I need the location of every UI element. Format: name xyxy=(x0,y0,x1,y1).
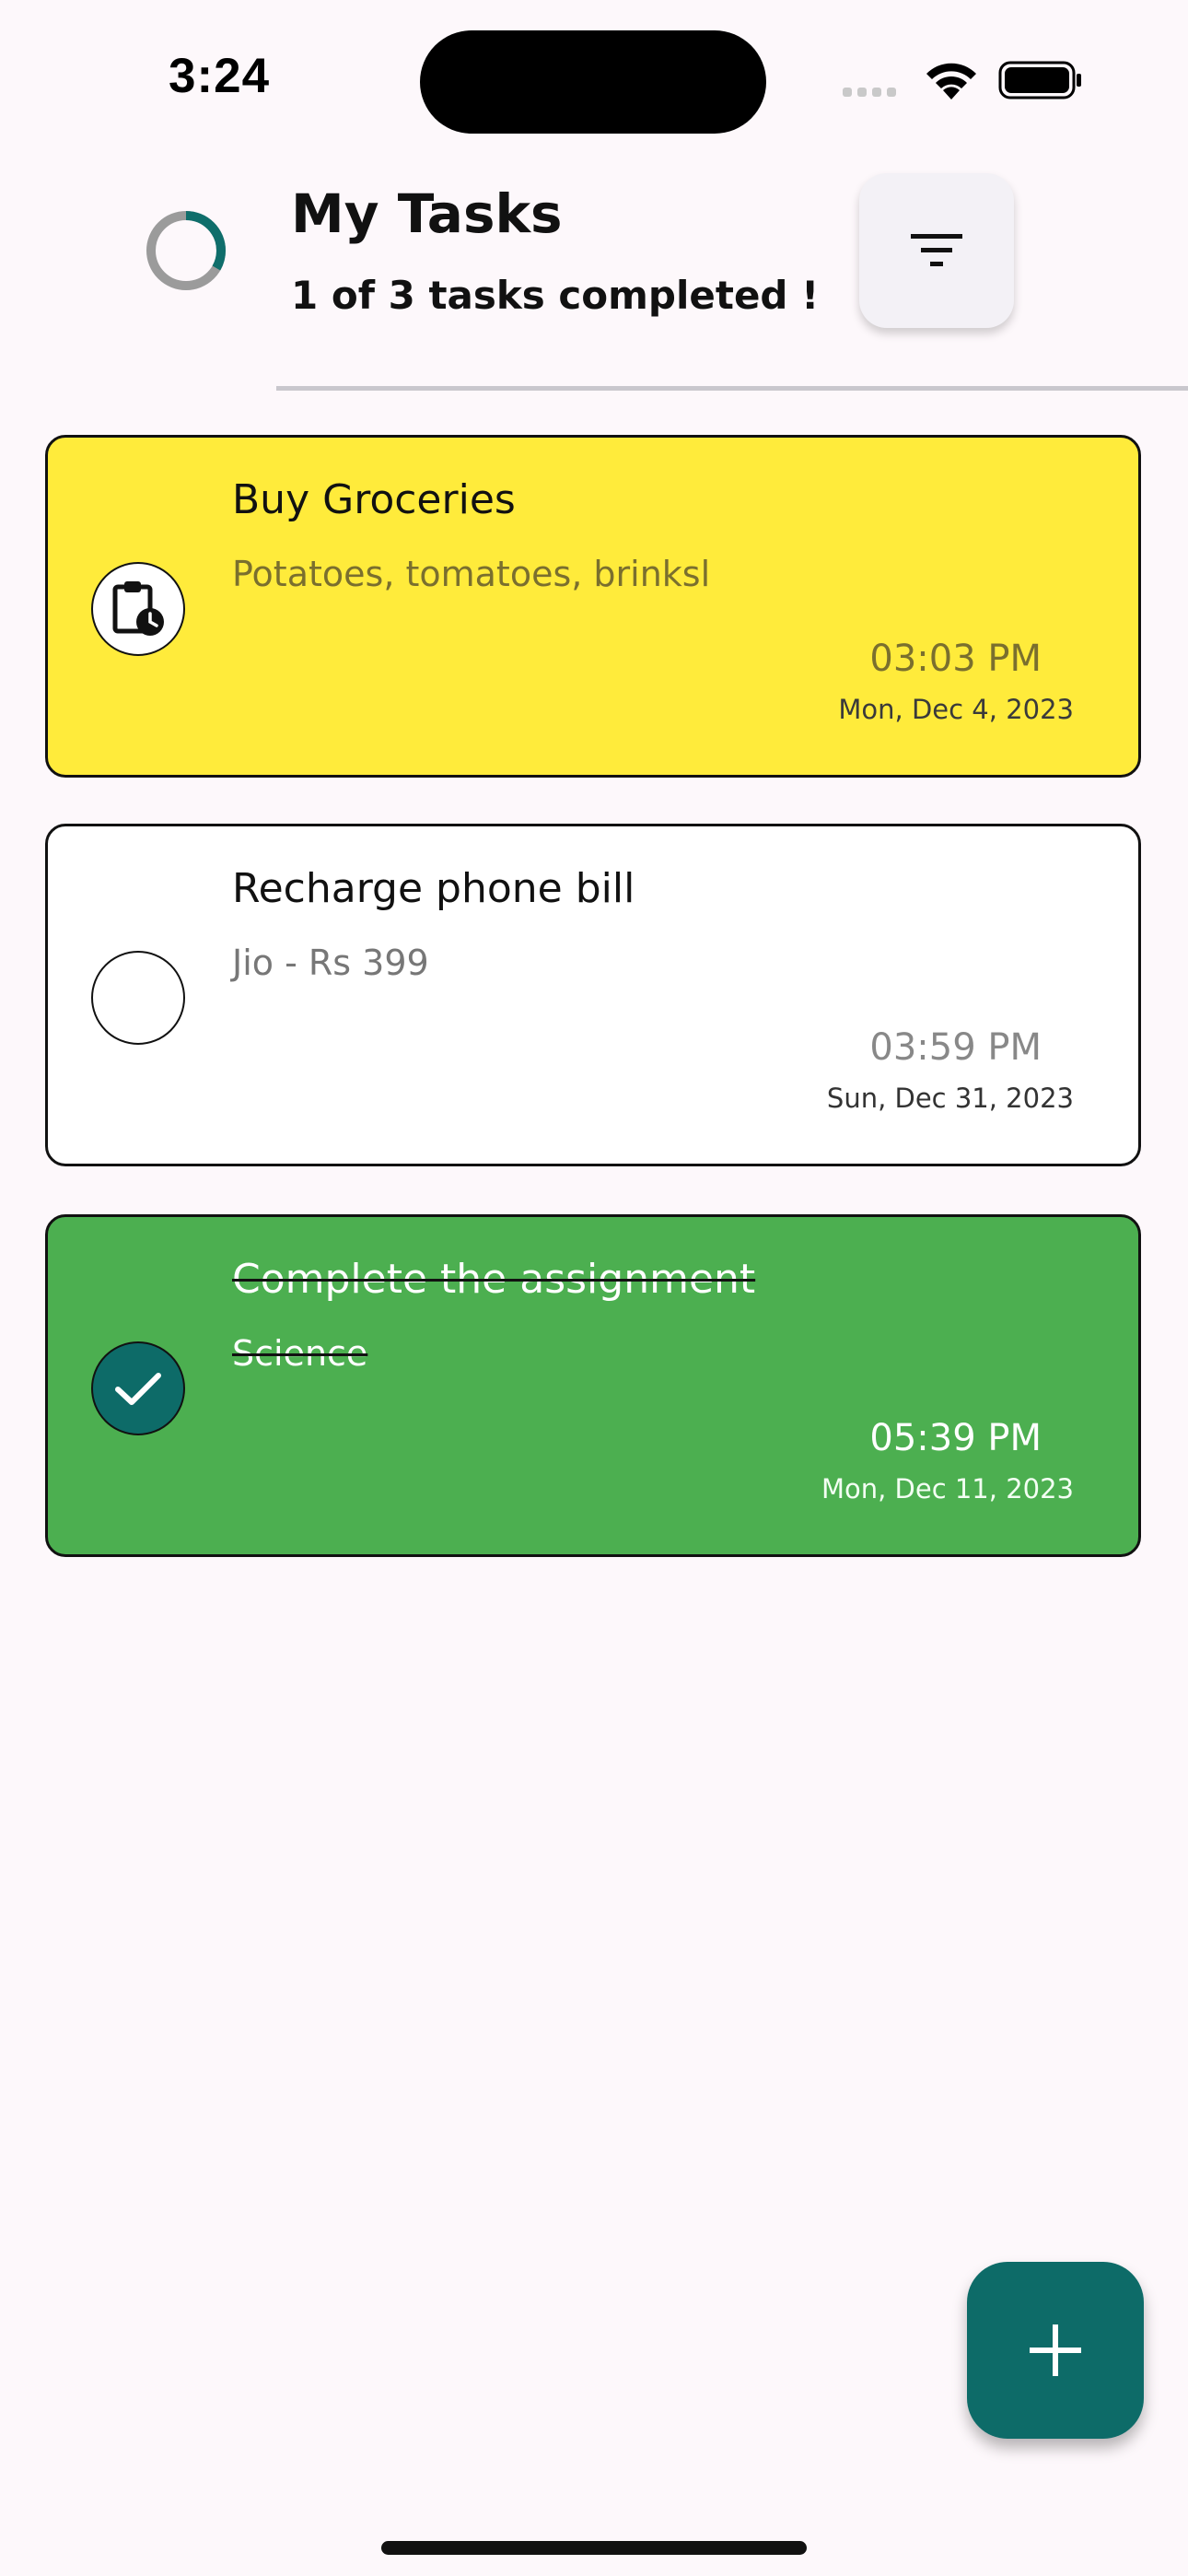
battery-icon xyxy=(998,61,1081,100)
task-time: 03:03 PM xyxy=(869,638,1042,680)
header-divider xyxy=(276,386,1188,391)
task-status-button[interactable] xyxy=(91,1341,185,1435)
page-title: My Tasks xyxy=(291,182,563,245)
cellular-signal-icon xyxy=(843,88,896,97)
task-time: 03:59 PM xyxy=(869,1026,1042,1069)
status-time: 3:24 xyxy=(169,49,271,103)
task-title: Buy Groceries xyxy=(232,476,516,523)
home-indicator xyxy=(381,2541,807,2555)
task-card[interactable]: Buy Groceries Potatoes, tomatoes, brinks… xyxy=(45,435,1141,778)
dynamic-island xyxy=(420,30,766,134)
check-icon xyxy=(115,1373,161,1405)
task-title: Recharge phone bill xyxy=(232,865,635,912)
task-description: Jio - Rs 399 xyxy=(232,943,429,983)
clipboard-clock-icon xyxy=(112,581,164,636)
task-date: Mon, Dec 11, 2023 xyxy=(821,1473,1074,1505)
task-card[interactable]: Recharge phone bill Jio - Rs 399 03:59 P… xyxy=(45,824,1141,1166)
task-description: Potatoes, tomatoes, brinksl xyxy=(232,554,711,594)
filter-icon xyxy=(911,234,962,266)
progress-ring xyxy=(146,211,226,290)
task-card[interactable]: Complete the assignment Science 05:39 PM… xyxy=(45,1214,1141,1557)
add-task-button[interactable] xyxy=(967,2262,1144,2439)
task-title: Complete the assignment xyxy=(232,1256,756,1303)
wifi-icon xyxy=(926,63,976,100)
task-summary: 1 of 3 tasks completed ! xyxy=(291,273,820,318)
task-status-button[interactable] xyxy=(91,562,185,656)
task-status-button[interactable] xyxy=(91,951,185,1045)
task-description: Science xyxy=(232,1333,368,1374)
task-date: Mon, Dec 4, 2023 xyxy=(838,694,1074,725)
plus-icon xyxy=(1030,2324,1081,2376)
task-time: 05:39 PM xyxy=(869,1417,1042,1459)
filter-button[interactable] xyxy=(859,173,1014,328)
task-date: Sun, Dec 31, 2023 xyxy=(826,1083,1074,1114)
